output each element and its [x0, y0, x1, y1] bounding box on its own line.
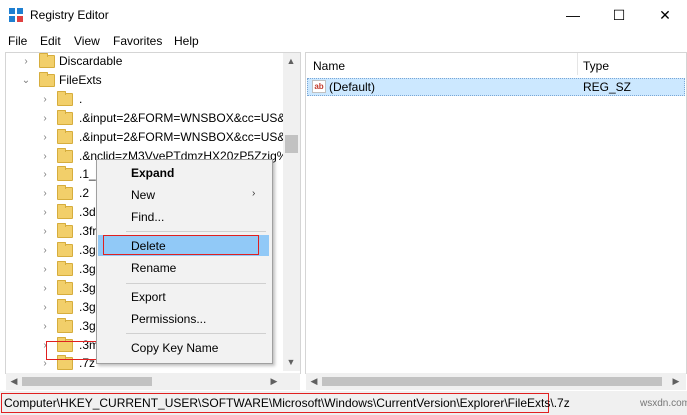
annotation-box-delete: [103, 235, 259, 255]
chevron-right-icon[interactable]: ›: [40, 317, 50, 336]
values-horizontal-scroll-thumb[interactable]: [322, 377, 662, 386]
chevron-right-icon[interactable]: ›: [40, 184, 50, 203]
maximize-icon: ☐: [612, 6, 626, 23]
tree-horizontal-scroll-thumb[interactable]: [22, 377, 152, 386]
tree-vertical-scroll-thumb[interactable]: [285, 135, 298, 153]
registry-editor-icon: [9, 8, 23, 22]
context-menu-expand[interactable]: Expand: [131, 166, 174, 180]
tree-item-label: .3fr: [79, 224, 97, 238]
context-menu-find[interactable]: Find...: [131, 210, 164, 224]
chevron-right-icon[interactable]: ›: [40, 298, 50, 317]
chevron-right-icon[interactable]: ›: [40, 147, 50, 166]
tree-item[interactable]: › .&input=2&FORM=WNSBOX&cc=US&: [6, 109, 286, 128]
folder-icon: [57, 299, 73, 314]
folder-icon: [39, 53, 55, 68]
tree-item-label: FileExts: [59, 73, 102, 87]
submenu-arrow-icon: ›: [252, 188, 256, 199]
value-name: (Default): [329, 80, 376, 94]
folder-icon: [57, 110, 73, 125]
chevron-right-icon[interactable]: ›: [40, 165, 50, 184]
column-divider[interactable]: [577, 53, 578, 75]
context-menu-copy-key-name[interactable]: Copy Key Name: [131, 341, 218, 355]
chevron-right-icon[interactable]: ›: [40, 109, 50, 128]
tree-item-label: Discardable: [59, 54, 123, 68]
context-menu-export[interactable]: Export: [131, 290, 166, 304]
scroll-left-icon[interactable]: ◀: [306, 373, 322, 390]
tree-item-label: .2: [79, 186, 90, 200]
column-header-name[interactable]: Name: [313, 57, 345, 75]
tree-item[interactable]: › .&input=2&FORM=WNSBOX&cc=US&: [6, 128, 286, 147]
status-path: Computer\HKEY_CURRENT_USER\SOFTWARE\Micr…: [4, 396, 570, 410]
context-menu-separator: [126, 333, 266, 334]
value-type: REG_SZ: [583, 80, 632, 94]
values-pane[interactable]: [305, 52, 687, 374]
chevron-right-icon[interactable]: ›: [40, 222, 50, 241]
folder-icon: [57, 148, 73, 163]
context-menu-new[interactable]: New: [131, 188, 155, 202]
folder-icon: [57, 91, 73, 106]
minimize-button[interactable]: —: [550, 0, 596, 30]
folder-icon: [57, 280, 73, 295]
maximize-button[interactable]: ☐: [596, 0, 642, 30]
tree-vertical-scrollbar[interactable]: [283, 53, 300, 371]
menu-favorites[interactable]: Favorites: [113, 34, 162, 48]
chevron-right-icon[interactable]: ›: [40, 260, 50, 279]
tree-item[interactable]: ⌄ FileExts: [6, 71, 283, 90]
folder-icon: [57, 204, 73, 219]
context-menu-rename[interactable]: Rename: [131, 261, 176, 275]
tree-item[interactable]: › Discardable: [6, 52, 283, 71]
tree-item[interactable]: ›.: [6, 90, 283, 109]
chevron-right-icon[interactable]: ›: [40, 279, 50, 298]
chevron-right-icon[interactable]: ›: [40, 241, 50, 260]
tree-item-label: .&input=2&FORM=WNSBOX&cc=US&: [79, 111, 286, 125]
string-value-icon: ab: [312, 80, 326, 93]
tree-item-label: .&input=2&FORM=WNSBOX&cc=US&: [79, 130, 286, 144]
menu-help[interactable]: Help: [174, 34, 199, 48]
scroll-up-icon[interactable]: ▲: [283, 53, 299, 70]
folder-icon: [57, 242, 73, 257]
scroll-left-icon[interactable]: ◀: [6, 373, 22, 390]
folder-icon: [57, 129, 73, 144]
folder-icon: [57, 318, 73, 333]
folder-icon: [57, 261, 73, 276]
close-button[interactable]: ✕: [642, 0, 687, 30]
chevron-right-icon[interactable]: ›: [40, 128, 50, 147]
context-menu-separator: [126, 283, 266, 284]
scroll-down-icon[interactable]: ▼: [283, 354, 299, 371]
menu-bar: [0, 30, 687, 52]
menu-view[interactable]: View: [74, 34, 100, 48]
chevron-right-icon[interactable]: ›: [40, 90, 50, 109]
folder-icon: [57, 166, 73, 181]
menu-file[interactable]: File: [8, 34, 27, 48]
folder-icon: [57, 185, 73, 200]
chevron-right-icon[interactable]: ›: [40, 203, 50, 222]
close-icon: ✕: [659, 6, 671, 23]
context-menu-permissions[interactable]: Permissions...: [131, 312, 206, 326]
tree-item-label: .: [79, 92, 83, 106]
folder-icon: [57, 223, 73, 238]
chevron-right-icon[interactable]: ›: [21, 52, 31, 71]
minimize-icon: —: [566, 7, 580, 23]
watermark: wsxdn.com: [640, 398, 687, 409]
chevron-down-icon[interactable]: ⌄: [21, 71, 31, 90]
scroll-right-icon[interactable]: ▶: [668, 373, 684, 390]
context-menu-separator: [126, 231, 266, 232]
folder-icon: [39, 72, 55, 87]
menu-edit[interactable]: Edit: [40, 34, 61, 48]
column-header-type[interactable]: Type: [583, 57, 609, 75]
scroll-right-icon[interactable]: ▶: [266, 373, 282, 390]
window-title: Registry Editor: [30, 8, 109, 22]
